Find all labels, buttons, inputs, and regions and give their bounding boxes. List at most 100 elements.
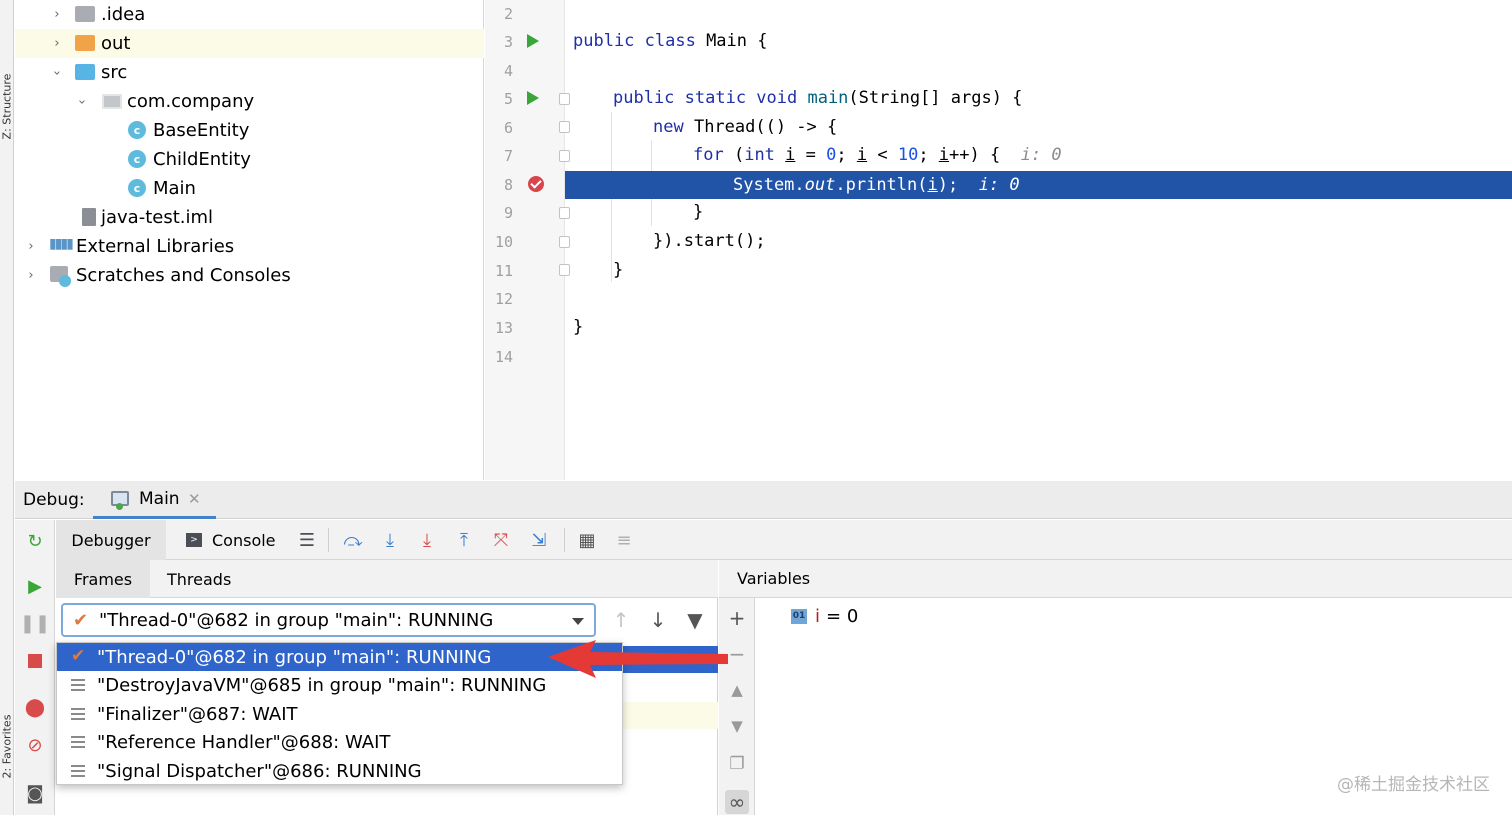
thread-option[interactable]: ✔ "Thread-0"@682 in group "main": RUNNIN… (57, 643, 622, 671)
tree-item-label: java-test.iml (101, 207, 214, 228)
thread-selector-dropdown[interactable]: ✔ "Thread-0"@682 in group "main": RUNNIN… (61, 603, 596, 637)
tree-item-label: com.company (127, 91, 255, 112)
tree-item-com-company[interactable]: › com.company (15, 87, 484, 116)
debug-label: Debug: (23, 489, 85, 510)
left-tool-stripe: Z: Structure 2: Favorites (0, 0, 14, 815)
stop-icon[interactable] (24, 650, 46, 672)
trace-stream-icon[interactable]: ≡ (613, 529, 635, 551)
chevron-down-icon[interactable]: › (50, 66, 65, 80)
tree-item-label: Main (153, 178, 196, 199)
mute-breakpoints-icon[interactable]: ⊘ (24, 734, 46, 756)
tab-debugger[interactable]: Debugger (56, 520, 166, 560)
thread-option[interactable]: "Finalizer"@687: WAIT (57, 700, 622, 728)
console-icon: > (186, 533, 202, 547)
inline-value-hint: i: 0 (1020, 145, 1062, 165)
project-tree: › .idea › out › src › com.company c Base… (15, 0, 484, 480)
breakpoint-icon[interactable] (528, 176, 544, 192)
camera-icon[interactable]: ◙ (24, 782, 46, 804)
pause-icon[interactable]: ❚❚ (20, 612, 50, 634)
move-down-icon[interactable]: ▼ (725, 714, 749, 738)
fold-marker-icon[interactable] (559, 264, 570, 276)
structure-tool-tab[interactable]: Z: Structure (1, 72, 14, 142)
tree-item-label: .idea (101, 4, 146, 25)
chevron-right-icon[interactable]: › (24, 268, 38, 283)
arrow-up-icon[interactable]: ↑ (609, 608, 633, 632)
code-editor[interactable]: 2 3 4 5 6 7 8 9 10 11 12 13 14 public cl… (485, 0, 1512, 480)
thread-option[interactable]: "DestroyJavaVM"@685 in group "main": RUN… (57, 671, 622, 699)
chevron-right-icon[interactable]: › (50, 36, 64, 51)
primitive-type-icon: 01 (791, 608, 807, 624)
show-execution-point-icon[interactable]: ⤼ (342, 529, 364, 551)
tree-item-java-test-iml[interactable]: java-test.iml (15, 203, 484, 232)
chevron-right-icon[interactable]: › (50, 7, 64, 22)
editor-gutter[interactable]: 2 3 4 5 6 7 8 9 10 11 12 13 14 (485, 0, 570, 480)
evaluate-expression-icon[interactable]: ▦ (576, 529, 598, 551)
close-icon[interactable]: ✕ (188, 490, 201, 508)
glasses-icon[interactable]: ∞ (725, 790, 749, 814)
rerun-icon[interactable]: ↻ (24, 530, 46, 552)
copy-icon[interactable]: ❐ (725, 752, 749, 776)
variable-row[interactable]: 01 i = 0 (791, 603, 858, 629)
code-token: i (938, 145, 950, 165)
class-icon: c (128, 150, 146, 168)
filter-icon[interactable]: ▼ (683, 608, 707, 632)
chevron-down-icon[interactable] (572, 618, 584, 625)
arrow-down-icon[interactable]: ↓ (646, 608, 670, 632)
step-out-icon[interactable]: ⤒ (453, 529, 475, 551)
thread-option[interactable]: "Reference Handler"@688: WAIT (57, 728, 622, 756)
tab-threads[interactable]: Threads (167, 560, 231, 598)
thread-option-label: "Signal Dispatcher"@686: RUNNING (97, 760, 422, 782)
variable-name: i (815, 605, 821, 627)
favorites-tool-tab[interactable]: 2: Favorites (1, 712, 14, 782)
debug-tool-window-header: Debug: Main ✕ (15, 481, 1512, 519)
move-up-icon[interactable]: ▲ (725, 678, 749, 702)
run-main-icon[interactable] (527, 91, 539, 105)
debugger-toolbar: Debugger > Console ☰ ⤼ ⤓ ⤓ ⤒ ⤧ ⇲ ▦ ≡ (56, 520, 1512, 560)
class-runnable-icon: c (128, 179, 146, 197)
package-icon (102, 94, 122, 109)
chevron-right-icon[interactable]: › (24, 239, 38, 254)
thread-option-label: "DestroyJavaVM"@685 in group "main": RUN… (97, 674, 547, 696)
run-to-cursor-icon[interactable]: ⇲ (528, 529, 550, 551)
variables-side-toolbar: + − ▲ ▼ ❐ ∞ (719, 598, 755, 815)
tree-item-external-libraries[interactable]: › ▮▮▮▮ External Libraries (15, 232, 484, 261)
fold-marker-icon[interactable] (559, 150, 570, 162)
chevron-down-icon[interactable]: › (75, 95, 90, 109)
code-token: < (867, 145, 898, 165)
fold-marker-icon[interactable] (559, 121, 570, 133)
view-breakpoints-icon[interactable]: ⬤ (24, 696, 46, 718)
step-into-icon[interactable]: ⤓ (416, 529, 438, 551)
thread-option[interactable]: "Signal Dispatcher"@686: RUNNING (57, 757, 622, 785)
tree-item-baseentity[interactable]: c BaseEntity (15, 116, 484, 145)
line-number: 6 (503, 119, 513, 137)
fold-marker-icon[interactable] (559, 93, 570, 105)
tree-item-label: Scratches and Consoles (76, 265, 291, 286)
tree-item-scratches[interactable]: › Scratches and Consoles (15, 261, 484, 290)
tree-item-src[interactable]: › src (15, 58, 484, 87)
debug-session-tab-main[interactable]: Main ✕ (93, 481, 216, 519)
code-line-3: public class Main { (573, 27, 767, 55)
add-watch-icon[interactable]: + (725, 606, 749, 630)
code-token: i (927, 175, 938, 195)
step-over-icon[interactable]: ⤓ (379, 529, 401, 551)
tree-item-main[interactable]: c Main (15, 174, 484, 203)
debug-side-toolbar: ↻ ▶ ❚❚ ⬤ ⊘ ◙ (15, 520, 55, 815)
tab-frames[interactable]: Frames (56, 560, 150, 598)
fold-marker-icon[interactable] (559, 207, 570, 219)
layout-menu-icon[interactable]: ☰ (296, 529, 318, 551)
run-class-icon[interactable] (527, 34, 539, 48)
code-token: public class (573, 31, 707, 51)
tree-item-idea[interactable]: › .idea (15, 0, 484, 29)
tab-console[interactable]: > Console (186, 520, 276, 560)
fold-marker-icon[interactable] (559, 236, 570, 248)
code-token: = (795, 145, 827, 165)
drop-frame-icon[interactable]: ⤧ (490, 529, 512, 551)
tree-item-childentity[interactable]: c ChildEntity (15, 145, 484, 174)
line-number: 10 (494, 233, 513, 251)
code-token: for (693, 145, 734, 165)
code-token: ++) { (949, 145, 1001, 165)
resume-icon[interactable]: ▶ (24, 575, 46, 597)
code-token: i (785, 145, 796, 165)
tree-item-out[interactable]: › out (15, 29, 484, 58)
code-token: }).start(); (653, 231, 766, 251)
